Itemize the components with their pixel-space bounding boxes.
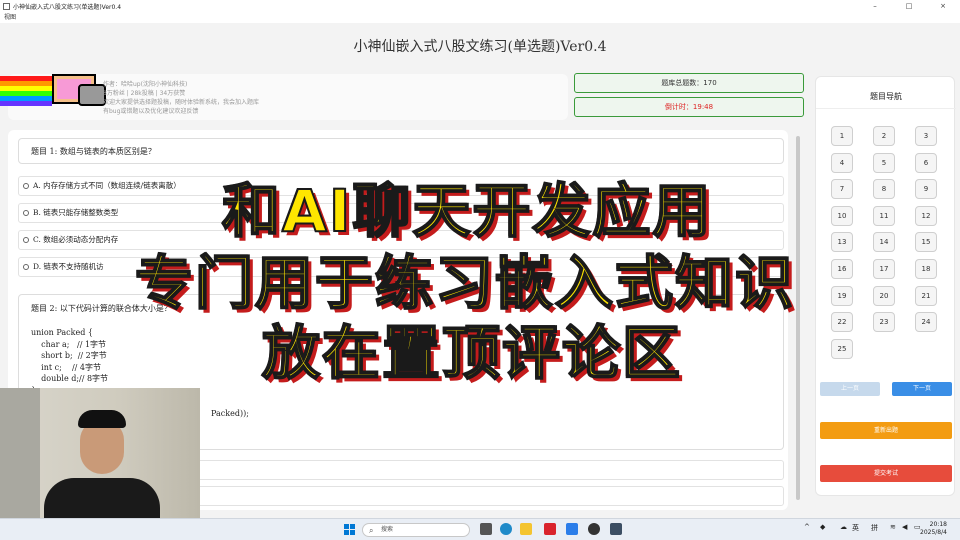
wifi-icon[interactable]: ≋ — [890, 523, 896, 531]
python-app-icon[interactable] — [610, 523, 622, 535]
nav-question-20[interactable]: 20 — [873, 285, 895, 306]
question-scrollbar[interactable] — [796, 136, 800, 500]
info-stats: 8万粉丝 | 28k投稿 | 34万获赞 — [103, 90, 186, 97]
app-icon-dark[interactable] — [588, 523, 600, 535]
total-questions-badge: 题库总题数：170 — [574, 73, 804, 93]
nav-question-3[interactable]: 3 — [915, 126, 937, 146]
nav-question-17[interactable]: 17 — [873, 259, 895, 279]
nav-question-23[interactable]: 23 — [873, 312, 895, 333]
search-label: 搜索 — [381, 526, 394, 533]
menu-view[interactable]: 视图 — [0, 12, 960, 23]
nav-question-7[interactable]: 7 — [831, 179, 853, 200]
wps-icon[interactable] — [544, 523, 556, 535]
question-2-code: union Packed { char a; // 1字节 short b; /… — [31, 328, 109, 395]
radio-icon — [23, 264, 29, 270]
tray-cloud-icon[interactable]: ☁ — [840, 523, 847, 531]
window-title: 小神仙嵌入式八股文练习(单选题)Ver0.4 — [13, 3, 122, 11]
overlay-text-line-3: 放在置顶评论区 — [261, 318, 683, 388]
nav-question-13[interactable]: 13 — [831, 232, 853, 253]
file-explorer-icon[interactable] — [520, 523, 532, 535]
nav-question-14[interactable]: 14 — [873, 232, 895, 253]
nav-question-10[interactable]: 10 — [831, 205, 853, 226]
nav-question-25[interactable]: 25 — [831, 338, 853, 359]
window-titlebar: 小神仙嵌入式八股文练习(单选题)Ver0.4 – □ × — [0, 0, 960, 12]
nav-question-24[interactable]: 24 — [915, 312, 937, 333]
minimize-button[interactable]: – — [858, 0, 892, 12]
radio-icon — [23, 210, 29, 216]
option-label: A. 内存存储方式不同（数组连续/链表离散） — [33, 181, 181, 190]
ime-english[interactable]: 英 — [852, 523, 859, 533]
app-title: 小神仙嵌入式八股文练习(单选题)Ver0.4 — [353, 39, 607, 55]
nav-question-6[interactable]: 6 — [915, 152, 937, 173]
radio-icon — [23, 183, 29, 189]
system-clock[interactable]: 20:18 2025/8/4 — [920, 521, 947, 537]
nav-question-15[interactable]: 15 — [915, 232, 937, 253]
option-label: C. 数组必须动态分配内存 — [33, 235, 119, 244]
nyan-cat-image — [0, 72, 110, 116]
tray-chevron-icon[interactable]: ^ — [804, 523, 810, 531]
nav-question-18[interactable]: 18 — [915, 259, 937, 279]
nav-question-16[interactable]: 16 — [831, 259, 853, 279]
app-icon — [3, 2, 10, 10]
start-icon[interactable] — [344, 524, 355, 535]
ime-pinyin[interactable]: 拼 — [871, 523, 878, 533]
taskbar: ⌕ 搜索 ^ ◆ ☁ 英 拼 ≋ ◀ ▭ 20:18 2025/8/4 — [0, 518, 960, 540]
countdown-timer: 倒计时：19:48 — [574, 97, 804, 117]
nav-question-19[interactable]: 19 — [831, 285, 853, 306]
next-page-button[interactable]: 下一页 — [892, 382, 952, 396]
edge-icon[interactable] — [500, 523, 512, 535]
volume-icon[interactable]: ◀ — [902, 523, 907, 531]
nav-question-11[interactable]: 11 — [873, 205, 895, 226]
nav-question-4[interactable]: 4 — [831, 152, 853, 173]
option-label: B. 链表只能存储整数类型 — [33, 208, 119, 217]
info-submit-note: 欢迎大家提供选择题投稿，随时体验新系统，我会加入题库 — [103, 99, 260, 106]
question-nav-panel: 题目导航 1 2 3 4 5 6 7 8 9 10 11 12 13 14 15 16 17 18 19 20 21 22… — [815, 76, 956, 496]
nav-question-2[interactable]: 2 — [873, 126, 895, 146]
taskbar-search[interactable]: ⌕ 搜索 — [362, 523, 470, 537]
option-label: D. 链表不支持随机访 — [33, 262, 104, 271]
nav-question-22[interactable]: 22 — [831, 312, 853, 333]
search-icon: ⌕ — [369, 526, 374, 535]
nav-question-8[interactable]: 8 — [873, 179, 895, 200]
nav-question-5[interactable]: 5 — [873, 152, 895, 173]
radio-icon — [23, 237, 29, 243]
clock-time: 20:18 — [929, 521, 947, 528]
close-button[interactable]: × — [926, 0, 960, 12]
info-feedback-note: 有bug或错题以及优化建议欢迎反馈 — [103, 108, 199, 115]
info-author: 作者：哈哈up(沈阳小神仙科技) — [103, 81, 188, 88]
task-view-icon[interactable] — [480, 523, 492, 535]
window-controls: – □ × — [858, 0, 960, 12]
nav-question-1[interactable]: 1 — [831, 126, 853, 146]
nav-title: 题目导航 — [816, 91, 956, 109]
app-icon-blue[interactable] — [566, 523, 578, 535]
clock-date: 2025/8/4 — [920, 529, 947, 536]
nav-question-12[interactable]: 12 — [915, 205, 937, 226]
tray-app-icon[interactable]: ◆ — [820, 523, 825, 531]
prev-page-button[interactable]: 上一页 — [820, 382, 880, 396]
maximize-button[interactable]: □ — [892, 0, 926, 12]
nav-question-9[interactable]: 9 — [915, 179, 937, 200]
submit-exam-button[interactable]: 提交考试 — [820, 465, 952, 482]
question-1-title: 题目 1: 数组与链表的本质区别是？ — [18, 138, 784, 164]
presenter — [44, 410, 160, 518]
nav-question-21[interactable]: 21 — [915, 285, 937, 306]
question-2-code-tail: Packed)); — [211, 409, 249, 418]
webcam-overlay — [0, 388, 200, 518]
regenerate-button[interactable]: 重新出题 — [820, 422, 952, 439]
